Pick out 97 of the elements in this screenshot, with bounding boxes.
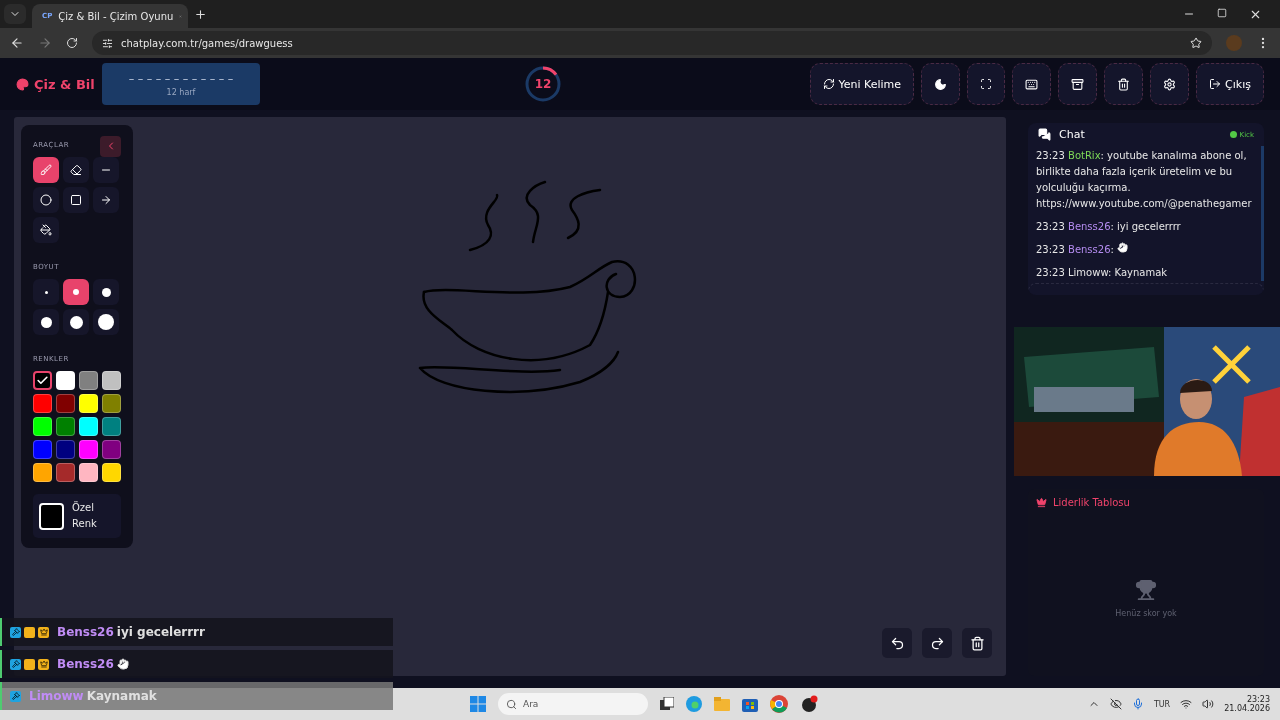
- app-logo: Çiz & Bil: [34, 76, 95, 92]
- leaderboard-title: Liderlik Tablosu: [1053, 497, 1130, 508]
- back-icon[interactable]: [10, 36, 24, 50]
- settings-icon: [1163, 77, 1177, 91]
- archive-icon: [1071, 77, 1085, 91]
- emote-icon: [1117, 242, 1129, 253]
- trash-icon: [1117, 77, 1131, 91]
- new-tab-icon[interactable]: [194, 8, 207, 21]
- undo-icon: [889, 635, 905, 651]
- circle-icon: [40, 194, 52, 206]
- trash-icon: [969, 635, 985, 651]
- checkmark-icon: [36, 374, 49, 387]
- reload-icon[interactable]: [66, 37, 78, 49]
- status-dot: [1229, 131, 1237, 138]
- chat-icon: [1038, 128, 1051, 141]
- chat-text: iyi gecelerrrr: [116, 625, 205, 639]
- start-icon[interactable]: [470, 696, 486, 712]
- redo-icon: [929, 635, 945, 651]
- chrome-icon[interactable]: [770, 695, 788, 713]
- network-icon[interactable]: [1180, 698, 1193, 710]
- theme-button[interactable]: [921, 63, 961, 105]
- trash-button[interactable]: [1104, 63, 1144, 105]
- chat-title: Chat: [1059, 128, 1085, 141]
- trophy-icon: [1135, 578, 1157, 601]
- tool-button[interactable]: [63, 187, 89, 213]
- volume-icon[interactable]: [1202, 698, 1215, 710]
- refresh-icon: [822, 78, 835, 90]
- redo-button[interactable]: [922, 628, 952, 658]
- taskbar-search[interactable]: Ara: [498, 693, 648, 715]
- chat-message: 23:23 Benss26: iyi gecelerrrr: [1036, 220, 1182, 234]
- square-icon: [70, 194, 82, 206]
- brush-size-button[interactable]: [33, 309, 59, 335]
- tab-title: Çiz & Bil - Çizim Oyunu: [58, 10, 174, 22]
- tool-button[interactable]: [33, 157, 59, 183]
- url-text: chatplay.com.tr/games/drawguess: [121, 37, 293, 49]
- brush-icon: [40, 164, 52, 176]
- chat-message: 23:23 Benss26:: [1036, 242, 1253, 258]
- moderator-badge: [10, 658, 21, 670]
- collapse-button[interactable]: [100, 135, 121, 157]
- brush-size-button[interactable]: [93, 309, 119, 335]
- tool-button[interactable]: [33, 217, 59, 243]
- forward-icon[interactable]: [38, 36, 52, 50]
- crown-badge: [38, 626, 49, 638]
- chat-username: Benss26: [57, 657, 114, 671]
- fullscreen-icon: [980, 78, 993, 90]
- hidden-eye-icon[interactable]: [1109, 698, 1122, 710]
- palette-icon: [16, 77, 29, 91]
- empty-message: Henüz skor yok: [1115, 608, 1177, 618]
- undo-button[interactable]: [882, 628, 912, 658]
- chat-username: Limoww: [29, 689, 84, 703]
- clock-time: 23:23: [1246, 695, 1270, 704]
- tool-button[interactable]: [63, 157, 89, 183]
- brush-size-button[interactable]: [63, 279, 89, 305]
- keyboard-icon: [1025, 77, 1039, 91]
- settings-button[interactable]: [1150, 63, 1190, 105]
- obs-icon[interactable]: [800, 695, 818, 713]
- tab-list-button[interactable]: [4, 4, 26, 24]
- archive-button[interactable]: [1058, 63, 1098, 105]
- crown-badge: [38, 658, 49, 670]
- search-icon: [506, 698, 517, 710]
- tool-button[interactable]: [33, 187, 59, 213]
- custom-color-button[interactable]: Özel Renk: [33, 494, 121, 538]
- microphone-icon[interactable]: [1131, 698, 1144, 710]
- site-settings-icon[interactable]: [102, 37, 113, 49]
- brush-size-button[interactable]: [93, 279, 119, 305]
- keyboard-button[interactable]: [1012, 63, 1052, 105]
- language-indicator[interactable]: TUR: [1153, 699, 1171, 709]
- arrow-icon: [100, 194, 112, 206]
- exit-icon: [1209, 78, 1222, 90]
- moon-icon: [934, 77, 948, 91]
- restore-icon[interactable]: [1217, 7, 1227, 18]
- paint-bucket-icon: [40, 224, 52, 236]
- timer-ring: [524, 65, 562, 103]
- new-word-button[interactable]: Yeni Kelime: [809, 63, 915, 105]
- chat-message: 23:23 BotRix: youtube kanalıma abone ol, birlikte daha fazla içerik üretelim ve bu yolculuğu kaçırma. https://www.youtube.com/@penathegamer: [1036, 149, 1253, 211]
- chat-message: 23:23 Limoww: Kaynamak: [1036, 266, 1169, 280]
- coin-badge: [24, 626, 35, 638]
- clear-button[interactable]: [962, 628, 992, 658]
- store-icon[interactable]: [742, 696, 758, 712]
- clock-date: 21.04.2026: [1224, 704, 1270, 713]
- brush-size-button[interactable]: [63, 309, 89, 335]
- moderator-badge: [10, 690, 21, 702]
- chat-text: Kaynamak: [86, 689, 157, 703]
- letter-count: 12 harf: [166, 87, 196, 97]
- timer-value: 12: [534, 77, 552, 91]
- moderator-badge: [10, 626, 21, 638]
- chat-username: Benss26: [57, 625, 114, 639]
- star-icon[interactable]: [1190, 37, 1202, 49]
- word-hint: – – – – – – – – – – – –: [128, 71, 234, 85]
- color-swatch[interactable]: [33, 371, 52, 390]
- coin-badge: [24, 658, 35, 670]
- address-bar[interactable]: chatplay.com.tr/games/drawguess: [92, 31, 1212, 55]
- exit-button[interactable]: Çıkış: [1196, 63, 1264, 105]
- crown-icon: [1036, 497, 1047, 508]
- emote-icon: [116, 658, 129, 670]
- task-view-icon[interactable]: [660, 697, 674, 711]
- eraser-icon: [70, 164, 82, 176]
